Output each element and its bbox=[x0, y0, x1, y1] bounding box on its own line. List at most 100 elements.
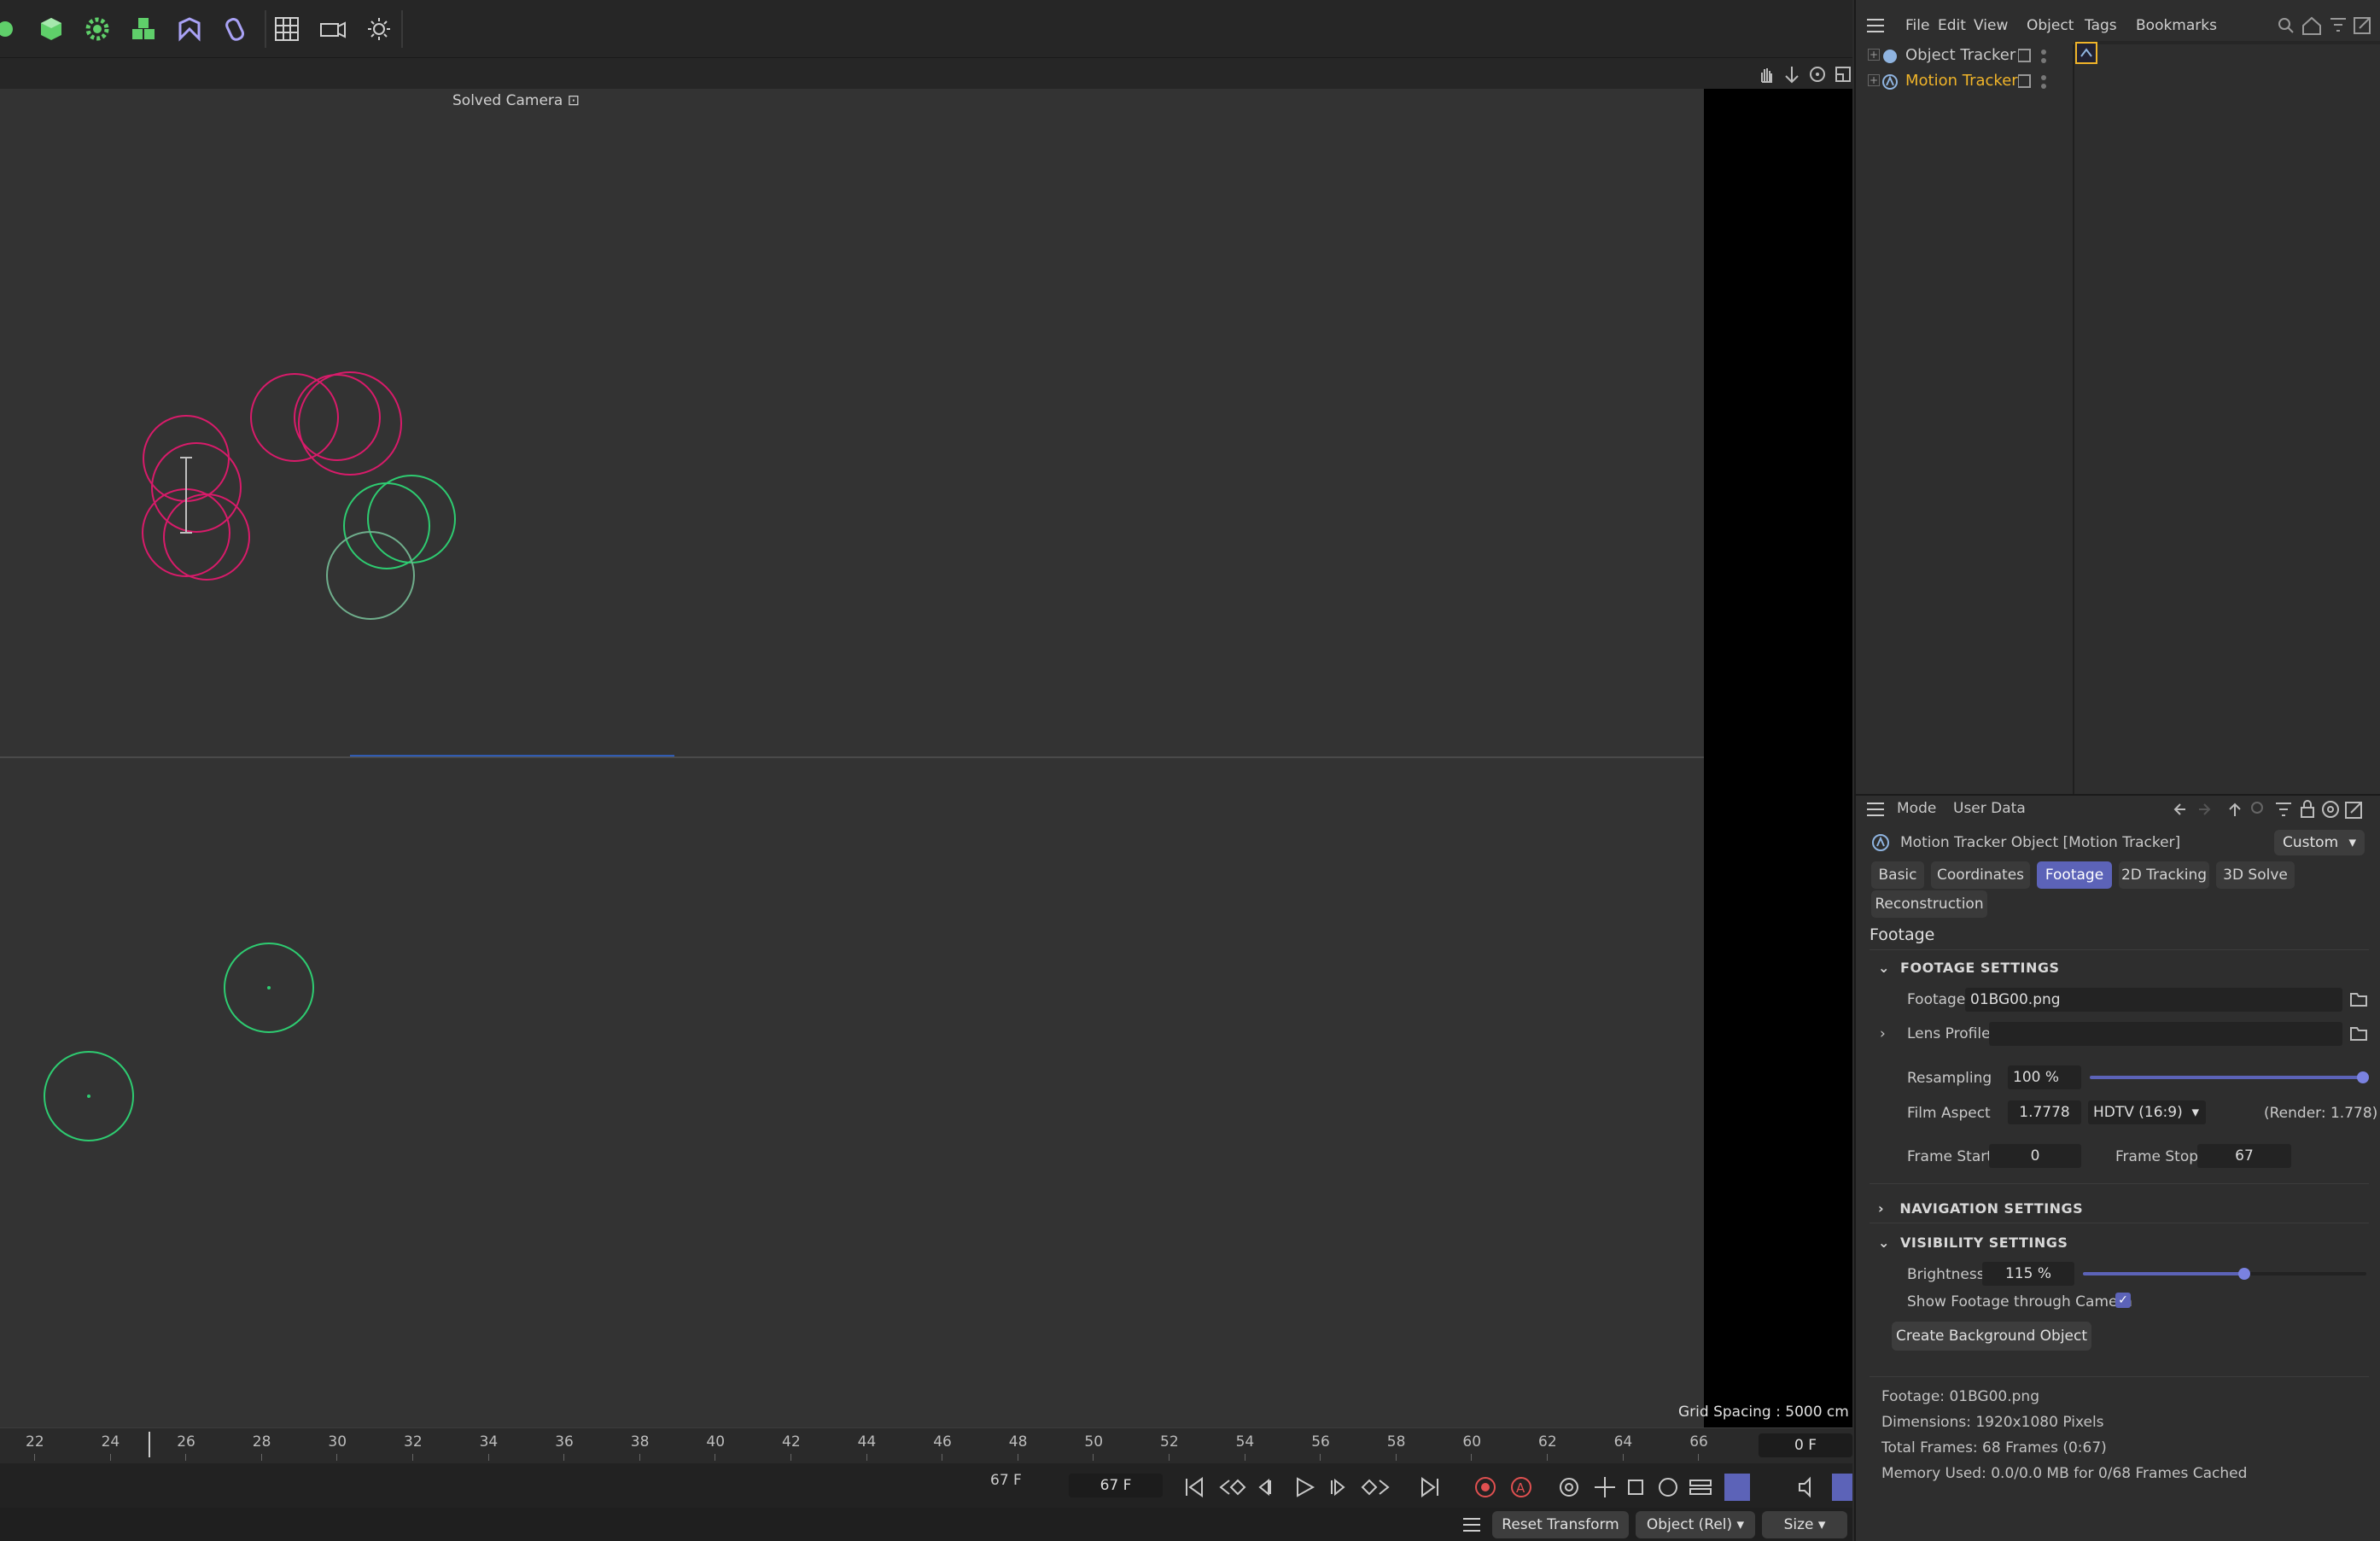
dolly-icon[interactable] bbox=[1782, 65, 1801, 84]
tab-footage[interactable]: Footage bbox=[2037, 861, 2112, 889]
menu-tags[interactable]: Tags bbox=[2085, 17, 2117, 34]
filter-icon[interactable] bbox=[2330, 18, 2346, 32]
menu-bookmarks[interactable]: Bookmarks bbox=[2136, 17, 2217, 34]
tab-coordinates[interactable]: Coordinates bbox=[1931, 861, 2030, 889]
mode-menu[interactable]: Mode bbox=[1897, 800, 1936, 817]
brightness-field[interactable]: 115 % bbox=[1982, 1262, 2074, 1286]
slider-knob[interactable] bbox=[2238, 1268, 2250, 1280]
slider-knob[interactable] bbox=[2357, 1071, 2369, 1083]
new-panel-icon[interactable] bbox=[2322, 801, 2339, 818]
film-aspect-field[interactable]: 1.7778 bbox=[2008, 1100, 2081, 1124]
create-background-button[interactable]: Create Background Object bbox=[1892, 1322, 2091, 1351]
user-data-menu[interactable]: User Data bbox=[1953, 800, 2026, 817]
tab-3d-solve[interactable]: 3D Solve bbox=[2216, 861, 2295, 889]
expand-icon[interactable]: + bbox=[1868, 74, 1880, 86]
frame-start-field[interactable]: 0 bbox=[1989, 1144, 2081, 1168]
popout-icon[interactable] bbox=[2354, 17, 2371, 34]
sound-icon[interactable] bbox=[1799, 1476, 1811, 1498]
maximize-view-icon[interactable] bbox=[1834, 65, 1852, 84]
layout-preset-dropdown[interactable]: Custom ▾ bbox=[2274, 830, 2365, 855]
film-aspect-preset-dropdown[interactable]: HDTV (16:9) ▾ bbox=[2088, 1100, 2206, 1124]
transport-bar: 67 F 67 F A bbox=[0, 1463, 1852, 1508]
visibility-toggles[interactable] bbox=[2018, 73, 2052, 90]
folder-icon[interactable] bbox=[2349, 990, 2368, 1007]
menu-edit[interactable]: Edit bbox=[1938, 17, 1966, 34]
next-frame-icon[interactable] bbox=[1331, 1478, 1345, 1497]
reset-transform-button[interactable]: Reset Transform bbox=[1492, 1511, 1629, 1538]
scale-key-icon[interactable] bbox=[1628, 1480, 1643, 1495]
filter-icon[interactable] bbox=[2276, 803, 2291, 816]
prev-frame-icon[interactable] bbox=[1258, 1478, 1271, 1497]
timeline-icon[interactable] bbox=[1832, 1474, 1852, 1501]
next-key-icon[interactable] bbox=[1361, 1479, 1390, 1496]
menu-file[interactable]: File bbox=[1905, 17, 1929, 34]
object-name: Object Tracker bbox=[1905, 46, 2016, 64]
keyframe-settings-icon[interactable] bbox=[1560, 1478, 1578, 1497]
footage-settings-header[interactable]: ⌄ FOOTAGE SETTINGS bbox=[1878, 960, 2060, 976]
cloner-icon[interactable] bbox=[126, 12, 160, 46]
object-row-motion-tracker[interactable]: + Motion Tracker bbox=[1868, 72, 2046, 90]
home-icon[interactable] bbox=[2302, 16, 2321, 35]
attribute-menu-icon[interactable] bbox=[1866, 801, 1885, 818]
menu-view[interactable]: View bbox=[1974, 17, 2008, 34]
search-icon[interactable] bbox=[2278, 18, 2294, 33]
show-footage-checkbox[interactable]: ✓ bbox=[2115, 1293, 2131, 1308]
search-icon[interactable] bbox=[2251, 802, 2263, 814]
spline-icon[interactable] bbox=[219, 12, 253, 46]
record-icon[interactable] bbox=[1475, 1477, 1496, 1497]
light-icon[interactable] bbox=[0, 12, 22, 46]
navigation-settings-header[interactable]: › NAVIGATION SETTINGS bbox=[1878, 1200, 2083, 1217]
go-to-end-icon[interactable] bbox=[1421, 1477, 1438, 1497]
grid-icon[interactable] bbox=[270, 12, 304, 46]
tab-2d-tracking[interactable]: 2D Tracking bbox=[2119, 861, 2209, 889]
go-to-start-icon[interactable] bbox=[1186, 1477, 1203, 1497]
menu-icon[interactable] bbox=[1461, 1516, 1482, 1533]
end-frame-field[interactable]: 67 F bbox=[1069, 1474, 1163, 1497]
camera-icon[interactable] bbox=[316, 12, 350, 46]
size-mode-dropdown[interactable]: Size ▾ bbox=[1762, 1511, 1847, 1538]
expand-icon[interactable]: + bbox=[1868, 49, 1880, 61]
lens-profile-field[interactable] bbox=[1989, 1022, 2342, 1046]
timeline-ruler[interactable]: 22 24 26 28 30 32 34 36 38 40 42 44 46 48 50 52 54 56 58 60… bbox=[0, 1427, 1852, 1463]
pla-key-icon[interactable] bbox=[1724, 1474, 1750, 1501]
object-manager-menu-icon[interactable] bbox=[1866, 17, 1885, 34]
gear-icon[interactable] bbox=[80, 12, 114, 46]
up-arrow-icon[interactable] bbox=[2229, 803, 2241, 816]
forward-arrow-icon[interactable] bbox=[2199, 803, 2211, 815]
timeline-tick-mark bbox=[1395, 1454, 1397, 1461]
back-arrow-icon[interactable] bbox=[2173, 803, 2185, 815]
frame-stop-label: Frame Stop bbox=[2115, 1148, 2199, 1165]
pan-hand-icon[interactable] bbox=[1757, 65, 1776, 84]
param-key-icon[interactable] bbox=[1689, 1480, 1712, 1495]
viewport-bottom[interactable] bbox=[0, 758, 1704, 1427]
coord-mode-dropdown[interactable]: Object (Rel) ▾ bbox=[1636, 1511, 1755, 1538]
popout-icon[interactable] bbox=[2345, 802, 2362, 819]
visibility-toggles[interactable] bbox=[2018, 48, 2052, 65]
deformer-icon[interactable] bbox=[172, 12, 207, 46]
tracker-tag-icon[interactable] bbox=[2074, 41, 2100, 67]
playhead[interactable] bbox=[149, 1432, 150, 1457]
sun-light-icon[interactable] bbox=[362, 12, 396, 46]
menu-object[interactable]: Object bbox=[2027, 17, 2074, 34]
prev-key-icon[interactable] bbox=[1219, 1479, 1246, 1496]
lock-icon[interactable] bbox=[2301, 800, 2314, 818]
current-frame-field[interactable]: 0 F bbox=[1759, 1433, 1852, 1457]
autokey-icon[interactable]: A bbox=[1511, 1477, 1531, 1497]
visibility-settings-header[interactable]: ⌄ VISIBILITY SETTINGS bbox=[1878, 1235, 2068, 1251]
timeline-tick-label: 36 bbox=[555, 1433, 574, 1451]
folder-icon[interactable] bbox=[2349, 1024, 2368, 1042]
tab-basic[interactable]: Basic bbox=[1871, 861, 1924, 889]
resampling-field[interactable]: 100 % bbox=[2008, 1065, 2081, 1089]
orbit-icon[interactable] bbox=[1808, 65, 1827, 84]
lens-profile-expand[interactable]: › bbox=[1880, 1025, 1886, 1042]
tab-reconstruction[interactable]: Reconstruction bbox=[1871, 890, 1987, 918]
rotate-key-icon[interactable] bbox=[1659, 1478, 1677, 1497]
play-icon[interactable] bbox=[1297, 1477, 1315, 1497]
footage-path-field[interactable]: 01BG00.png bbox=[1965, 988, 2342, 1012]
cube-icon[interactable] bbox=[34, 12, 68, 46]
frame-stop-field[interactable]: 67 bbox=[2197, 1144, 2291, 1168]
solved-camera-label[interactable]: Solved Camera ⊡ bbox=[452, 92, 580, 109]
object-row-object-tracker[interactable]: + Object Tracker bbox=[1868, 46, 2046, 64]
viewport-top[interactable] bbox=[0, 89, 1704, 756]
move-key-icon[interactable] bbox=[1595, 1477, 1615, 1497]
